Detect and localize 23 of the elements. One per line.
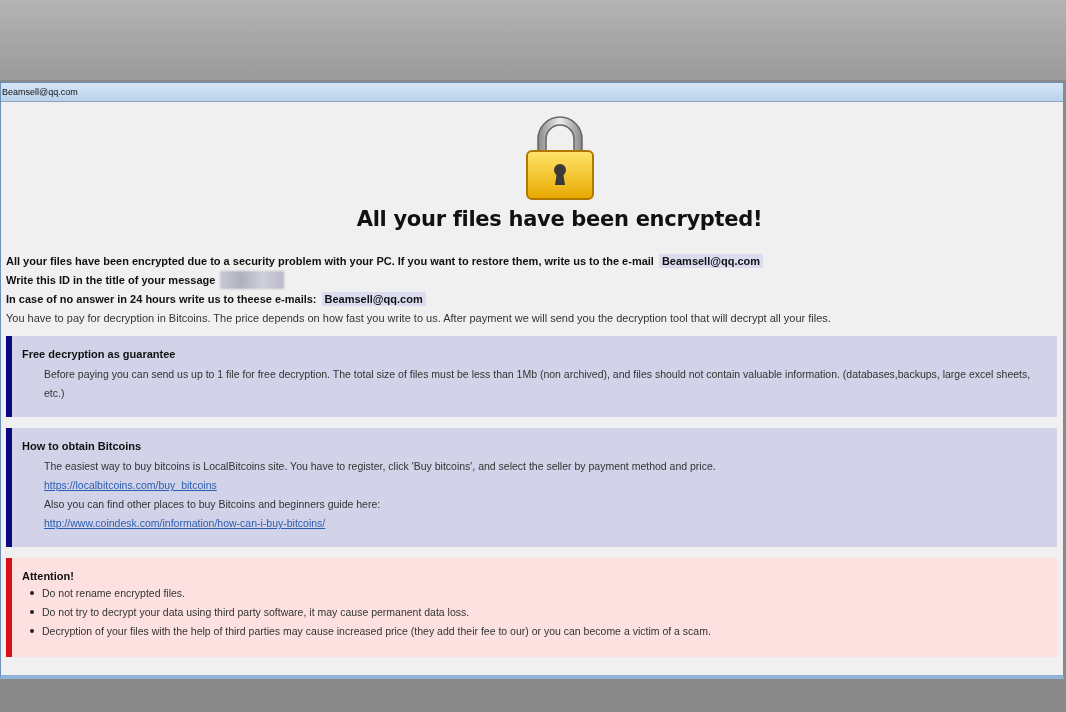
- padlock-icon: [523, 115, 596, 201]
- link[interactable]: http://www.coindesk.com/information/how-can-i-buy-bitcoins/: [44, 514, 326, 533]
- email-address: Beamsell@qq.com: [658, 253, 764, 268]
- heading: All your files have been encrypted!: [356, 207, 763, 231]
- bullet-icon: [30, 610, 34, 614]
- bullet-icon: [30, 629, 34, 633]
- list-item: Do not rename encrypted files.: [42, 587, 185, 599]
- window-title: Beamsell@qq.com: [1, 87, 78, 97]
- list-item: Decryption of your files with the help of third parties may cause increased price (they add their fee to our) or you can become a victim of a scam.: [42, 625, 711, 637]
- paragraph: Before paying you can send us up to 1 file for free decryption. The total size of files must be less than 1Mb (non archived), and files should not contain valuable information. (databases,backups, large excel sheets, etc.): [44, 367, 1032, 401]
- bullet-icon: [30, 591, 34, 595]
- message-text: Write this ID in the title of your message: [6, 273, 216, 286]
- list-item: Do not try to decrypt your data using third party software, it may cause permanent data loss.: [42, 606, 470, 618]
- message-text: All your files have been encrypted due to a security problem with your PC. If you want to restore them, write us to the e-mail: [6, 254, 654, 267]
- email-address: Beamsell@qq.com: [321, 291, 426, 306]
- message-text: You have to pay for decryption in Bitcoins. The price depends on how fast you write to us. After payment we will send you the decryption tool that will decrypt all your files.: [6, 311, 831, 324]
- paragraph: Also you can find other places to buy Bitcoins and beginners guide here:: [44, 497, 382, 512]
- section-title: Free decryption as guarantee: [22, 348, 177, 360]
- paragraph: The easiest way to buy bitcoins is LocalBitcoins site. You have to register, click 'Buy bitcoins', and select the seller by payment method and price.: [44, 459, 717, 474]
- link[interactable]: https://localbitcoins.com/buy_bitcoins: [44, 476, 217, 495]
- message-text: In case of no answer in 24 hours write us to theese e-mails:: [6, 292, 317, 305]
- section-title: Attention!: [22, 570, 75, 582]
- section-title: How to obtain Bitcoins: [22, 440, 143, 452]
